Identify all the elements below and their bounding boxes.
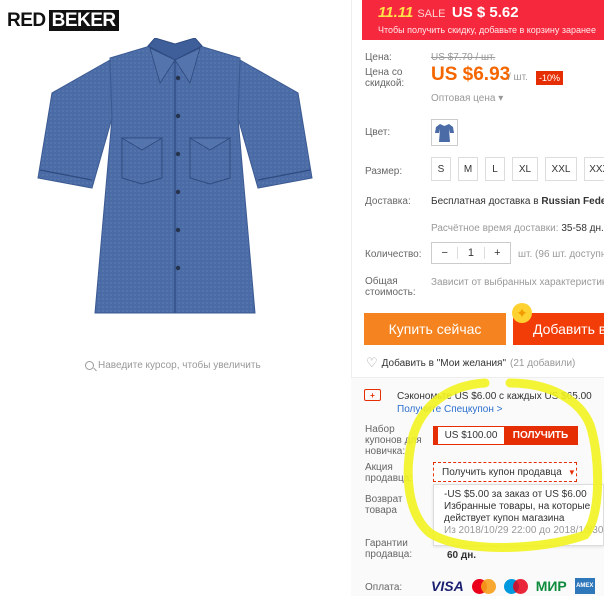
wishlist-count: (21 добавили) <box>510 357 576 369</box>
sale-note: Чтобы получить скидку, добавьте в корзин… <box>378 25 596 35</box>
newbie-coupon: US $100.00 ПОЛУЧИТЬ <box>433 426 578 445</box>
seller-coupon-button-label: Получить купон продавца <box>442 466 562 478</box>
product-image[interactable] <box>30 38 320 320</box>
brand-logo-part2: BEKER <box>48 10 119 31</box>
payment-methods: VISA МИР AMEX <box>431 578 595 594</box>
newbie-coupon-amount: US $100.00 <box>434 427 504 444</box>
mir-logo: МИР <box>535 578 567 594</box>
seller-coupon-button[interactable]: Получить купон продавца ▼ <box>433 462 577 482</box>
seller-coupon-terms: -US $5.00 за заказ от US $6.00 <box>444 489 587 500</box>
guarantee-label: Гарантии продавца: <box>365 538 413 560</box>
price-unit: / шт. <box>508 72 528 83</box>
delivery-estimate: Расчётное время доставки: 35-58 дн. <box>431 223 604 234</box>
total-value: Зависит от выбранных характеристик <box>431 277 604 288</box>
quantity-stepper: − 1 + <box>431 242 511 264</box>
coupon-icon: + <box>364 389 381 401</box>
delivery-info: Бесплатная доставка в Russian Federation <box>431 196 604 207</box>
total-label: Общая стоимость: <box>365 276 416 298</box>
size-option-m[interactable]: M <box>458 157 478 181</box>
newbie-coupon-label: Набор купонов для новичка: <box>365 424 422 457</box>
return-label: Возврат товара <box>365 494 403 516</box>
sparkle-icon: ✦ <box>512 303 532 323</box>
zoom-hint-text: Наведите курсор, чтобы увеличить <box>98 360 261 371</box>
payment-label: Оплата: <box>365 582 403 593</box>
special-coupon-text: Сэкономьте US $6.00 с каждых US $65.00 <box>397 391 592 402</box>
sale-banner[interactable]: 11.11 SALE US $ 5.62 Чтобы получить скидк… <box>362 0 604 40</box>
quantity-input[interactable]: 1 <box>457 247 485 259</box>
seller-coupon-dropdown[interactable]: -US $5.00 за заказ от US $6.00 Избранные… <box>433 484 604 546</box>
quantity-minus-button[interactable]: − <box>432 247 457 259</box>
brand-logo[interactable]: RED BEKER <box>7 10 119 32</box>
caret-down-icon: ▼ <box>567 467 576 477</box>
discount-price-label: Цена со скидкой: <box>365 67 405 89</box>
sale-date: 11.11 <box>378 4 414 21</box>
delivery-text: Бесплатная доставка в <box>431 196 539 207</box>
zoom-hint: Наведите курсор, чтобы увеличить <box>85 360 261 371</box>
quantity-plus-button[interactable]: + <box>485 247 510 259</box>
magnifier-icon <box>85 361 94 370</box>
size-label: Размер: <box>365 166 403 177</box>
shirt-thumbnail-icon <box>435 124 454 142</box>
guarantee-value: 60 дн. <box>447 550 477 561</box>
seller-coupon-dates: Из 2018/10/29 22:00 до 2018/10/30 23:59 <box>444 525 604 536</box>
size-option-l[interactable]: L <box>485 157 505 181</box>
quantity-available: шт. (96 шт. доступно) <box>518 249 604 260</box>
sale-label: SALE <box>417 8 446 20</box>
delivery-estimate-label: Расчётное время доставки: <box>431 223 559 234</box>
brand-logo-part1: RED <box>7 10 46 31</box>
delivery-destination[interactable]: Russian Federation <box>541 196 604 207</box>
old-price: US $7.70 / шт. <box>431 52 496 63</box>
size-option-xl[interactable]: XL <box>512 157 538 181</box>
mastercard-logo <box>471 578 496 594</box>
wholesale-price-link[interactable]: Оптовая цена ▾ <box>431 93 503 104</box>
seller-promo-label: Акция продавца: <box>365 462 413 484</box>
seller-coupon-scope: Избранные товары, на которые действует к… <box>444 501 591 524</box>
visa-logo: VISA <box>431 578 464 594</box>
buy-now-button[interactable]: Купить сейчас <box>364 313 506 345</box>
maestro-logo <box>503 578 528 594</box>
special-coupon-link[interactable]: Получите Спецкупон > <box>397 404 503 415</box>
size-option-s[interactable]: S <box>431 157 451 181</box>
sale-price: US $ 5.62 <box>451 4 519 21</box>
heart-icon: ♡ <box>366 355 378 370</box>
add-to-wishlist[interactable]: ♡ Добавить в "Мои желания" (21 добавили) <box>366 355 575 371</box>
size-options: S M L XL XXL XXXL <box>431 157 604 181</box>
wishlist-text: Добавить в "Мои желания" <box>381 357 507 369</box>
delivery-label: Доставка: <box>365 196 411 207</box>
delivery-estimate-value: 35-58 дн. <box>561 223 604 234</box>
amex-logo: AMEX <box>574 578 595 594</box>
newbie-coupon-get-button[interactable]: ПОЛУЧИТЬ <box>504 427 577 444</box>
discount-badge: -10% <box>536 71 564 85</box>
color-swatch-blue[interactable] <box>431 119 458 146</box>
price-label: Цена: <box>365 52 392 63</box>
size-option-xxxl[interactable]: XXXL <box>584 157 604 181</box>
color-label: Цвет: <box>365 127 391 138</box>
discount-price: US $6.93 <box>431 64 511 85</box>
quantity-label: Количество: <box>365 249 422 260</box>
size-option-xxl[interactable]: XXL <box>545 157 577 181</box>
